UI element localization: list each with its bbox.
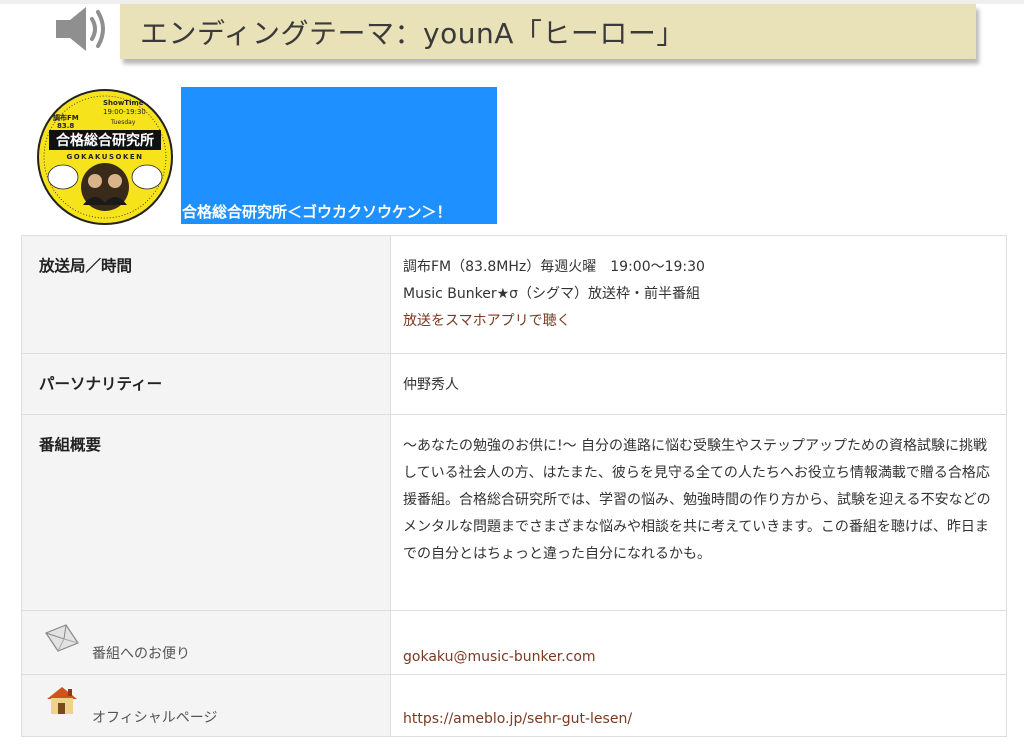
logo-time: 19:00-19:30 <box>103 108 146 116</box>
mail-label: 番組へのお便り <box>92 646 190 662</box>
envelope-icon <box>45 624 79 652</box>
overview-text: ～あなたの勉強のお供に!～ 自分の進路に悩む受験生やステップアップための資格試験… <box>390 414 1007 611</box>
logo-station: 調布FM <box>53 113 79 122</box>
logo-title: 合格総合研究所 <box>56 132 154 149</box>
broadcast-slot: Music Bunker★σ（シグマ）放送枠・前半番組 <box>403 286 701 302</box>
broadcast-label: 放送局／時間 <box>21 235 391 354</box>
logo-showtime: ShowTime <box>103 99 144 107</box>
official-label-cell: オフィシャルページ <box>21 674 391 737</box>
table-row: パーソナリティー 仲野秀人 <box>21 353 1007 415</box>
overview-label: 番組概要 <box>21 414 391 611</box>
gokakusoken-logo: ShowTime 19:00-19:30 調布FM 83.8 Tuesday 合… <box>37 89 173 225</box>
official-page-link[interactable]: https://ameblo.jp/sehr-gut-lesen/ <box>403 711 632 727</box>
logo-frequency: 83.8 <box>57 122 74 130</box>
personality-value: 仲野秀人 <box>390 353 1007 415</box>
heading-title: エンディングテーマ：younA「ヒーロー」 <box>140 16 685 50</box>
broadcast-value: 調布FM（83.8MHz）毎週火曜 19:00～19:30 Music Bunk… <box>390 235 1007 354</box>
ending-theme-heading: エンディングテーマ：younA「ヒーロー」 <box>120 4 976 59</box>
table-row: 放送局／時間 調布FM（83.8MHz）毎週火曜 19:00～19:30 Mus… <box>21 235 1007 354</box>
table-row: 番組へのお便り gokaku@music-bunker.com <box>21 610 1007 675</box>
logo-day: Tuesday <box>110 119 136 126</box>
speaker-icon <box>56 7 105 51</box>
house-icon <box>47 687 77 714</box>
program-title-link[interactable]: 合格総合研究所＜ゴウカクソウケン＞！ <box>182 201 452 222</box>
official-label: オフィシャルページ <box>92 710 218 726</box>
mail-address-link[interactable]: gokaku@music-bunker.com <box>403 649 596 665</box>
broadcast-schedule: 調布FM（83.8MHz）毎週火曜 19:00～19:30 <box>403 259 705 275</box>
mail-label-cell: 番組へのお便り <box>21 610 391 675</box>
table-row: 番組概要 ～あなたの勉強のお供に!～ 自分の進路に悩む受験生やステップアップため… <box>21 414 1007 611</box>
official-value-cell: https://ameblo.jp/sehr-gut-lesen/ <box>390 674 1007 737</box>
mail-value-cell: gokaku@music-bunker.com <box>390 610 1007 675</box>
app-listen-link[interactable]: 放送をスマホアプリで聴く <box>403 313 571 329</box>
program-info-table: 放送局／時間 調布FM（83.8MHz）毎週火曜 19:00～19:30 Mus… <box>21 235 1007 737</box>
program-banner[interactable]: 合格総合研究所＜ゴウカクソウケン＞！ <box>181 87 497 224</box>
table-row: オフィシャルページ https://ameblo.jp/sehr-gut-les… <box>21 674 1007 737</box>
personality-label: パーソナリティー <box>21 353 391 415</box>
logo-romaji: GOKAKUSOKEN <box>66 153 143 161</box>
